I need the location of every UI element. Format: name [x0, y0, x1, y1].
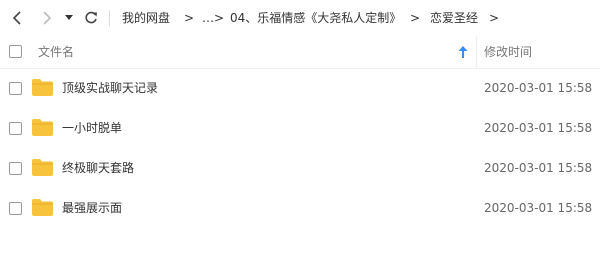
refresh-button[interactable]	[81, 8, 101, 28]
history-dropdown-button[interactable]	[61, 8, 77, 28]
file-row[interactable]: 最强展示面 2020-03-01 15:58	[0, 188, 600, 228]
modified-time: 2020-03-01 15:58	[484, 161, 593, 175]
breadcrumb-separator: >	[410, 11, 421, 25]
folder-icon	[32, 199, 53, 216]
breadcrumb-item-course[interactable]: 04、乐福情感《大尧私人定制》	[230, 9, 401, 27]
back-button[interactable]	[8, 8, 28, 28]
column-header-modified[interactable]: 修改时间	[484, 44, 532, 60]
row-checkbox[interactable]	[9, 202, 22, 215]
select-all-checkbox[interactable]	[9, 45, 22, 58]
file-row[interactable]: 顶级实战聊天记录 2020-03-01 15:58	[0, 68, 600, 108]
breadcrumb-separator: >	[489, 11, 500, 25]
caret-down-icon	[65, 15, 73, 20]
file-list-header: 文件名 修改时间	[0, 36, 600, 69]
modified-time: 2020-03-01 15:58	[484, 121, 593, 135]
file-row[interactable]: 终极聊天套路 2020-03-01 15:58	[0, 148, 600, 188]
breadcrumb-separator: >	[214, 11, 225, 25]
toolbar-divider	[109, 10, 110, 26]
chevron-left-icon	[12, 11, 21, 25]
modified-time: 2020-03-01 15:58	[484, 81, 593, 95]
breadcrumb-item-current[interactable]: 恋爱圣经	[430, 9, 478, 27]
folder-icon	[32, 159, 53, 176]
breadcrumb-item-home[interactable]: 我的网盘	[122, 9, 170, 27]
row-checkbox[interactable]	[9, 122, 22, 135]
forward-button[interactable]	[36, 8, 56, 28]
row-checkbox[interactable]	[9, 82, 22, 95]
row-checkbox[interactable]	[9, 162, 22, 175]
column-divider[interactable]	[476, 36, 477, 68]
folder-icon	[32, 79, 53, 96]
column-header-name[interactable]: 文件名	[38, 44, 74, 60]
file-name[interactable]: 顶级实战聊天记录	[62, 79, 158, 97]
chevron-right-icon	[43, 11, 52, 25]
file-name[interactable]: 终极聊天套路	[62, 159, 134, 177]
modified-time: 2020-03-01 15:58	[484, 201, 593, 215]
file-name[interactable]: 一小时脱单	[62, 119, 122, 137]
file-row[interactable]: 一小时脱单 2020-03-01 15:58	[0, 108, 600, 148]
breadcrumb-separator: >	[184, 11, 195, 25]
folder-icon	[32, 119, 53, 136]
sort-ascending-icon[interactable]	[458, 46, 468, 58]
refresh-icon	[85, 11, 97, 24]
breadcrumb-item-ellipsis[interactable]: …	[202, 9, 214, 27]
file-name[interactable]: 最强展示面	[62, 199, 122, 217]
toolbar: 我的网盘 > … > 04、乐福情感《大尧私人定制》 > 恋爱圣经 >	[0, 0, 600, 36]
